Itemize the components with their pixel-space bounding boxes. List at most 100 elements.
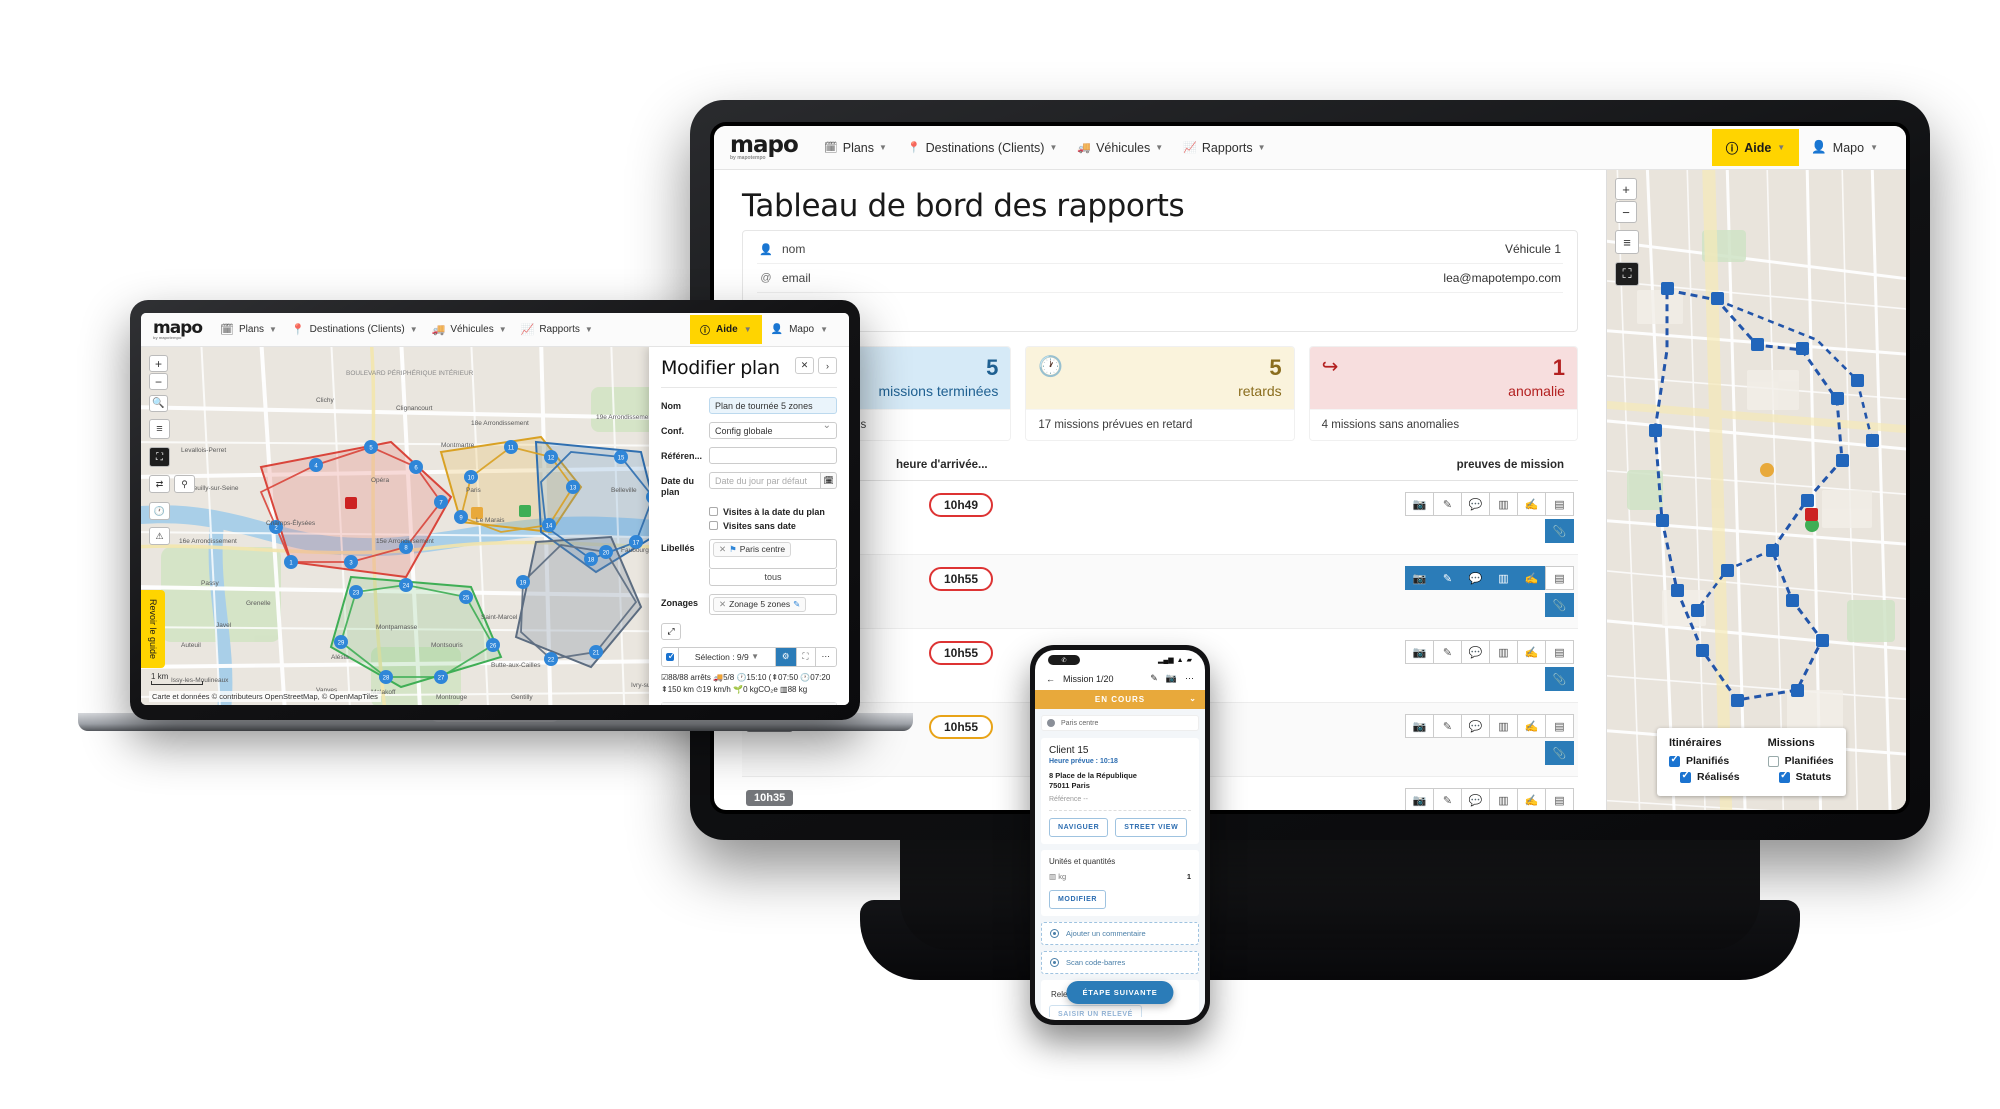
brand-logo[interactable]: mapo by mapotempo <box>153 319 203 340</box>
comment-icon[interactable]: 💬 <box>1461 714 1490 738</box>
barcode-icon[interactable]: ▥ <box>1489 788 1518 810</box>
close-icon[interactable]: ✕ <box>795 357 814 374</box>
legend-item-planifies[interactable]: Planifiés <box>1669 754 1740 767</box>
document-icon[interactable]: ▤ <box>1545 788 1574 810</box>
camera-icon[interactable]: 📷 <box>1166 673 1177 684</box>
pencil-icon[interactable]: ✎ <box>1433 566 1462 590</box>
user-menu-button[interactable]: 👤 Mapo ▼ <box>762 317 837 342</box>
nav-item-vehicules[interactable]: 🚚 Véhicules ▼ <box>1077 141 1163 155</box>
nav-item-vehicules[interactable]: 🚚 Véhicules ▼ <box>432 323 507 336</box>
select-all-checkbox[interactable] <box>662 647 679 666</box>
remove-tag-icon[interactable]: ✕ <box>719 544 726 555</box>
nom-input[interactable]: Plan de tournée 5 zones <box>709 397 837 414</box>
document-icon[interactable]: ▤ <box>1545 566 1574 590</box>
more-icon[interactable]: ⋯ <box>1185 673 1194 684</box>
nav-item-destinations[interactable]: 📍 Destinations (Clients) ▼ <box>907 141 1057 155</box>
street-view-button[interactable]: STREET VIEW <box>1115 818 1188 838</box>
kpi-card-retards[interactable]: 🕐 5 retards 17 missions prévues en retar… <box>1025 346 1295 441</box>
conf-select[interactable]: Config globale <box>709 422 837 439</box>
camera-icon[interactable]: 📷 <box>1405 566 1434 590</box>
nav-item-rapports[interactable]: 📈 Rapports ▼ <box>1183 141 1265 155</box>
pin-add-icon[interactable]: ⚲ <box>174 475 195 493</box>
nav-item-rapports[interactable]: 📈 Rapports ▼ <box>521 323 593 336</box>
pencil-icon[interactable]: ✎ <box>1433 492 1462 516</box>
checkbox-icon[interactable] <box>1767 755 1779 767</box>
checkbox-icon[interactable] <box>1778 770 1790 783</box>
chevron-right-icon[interactable]: › <box>818 357 837 374</box>
pencil-icon[interactable]: ✎ <box>1433 640 1462 664</box>
attachment-icon[interactable]: 📎 <box>1545 741 1574 765</box>
back-arrow-icon[interactable]: ← <box>1046 674 1055 684</box>
tag-paris-centre[interactable]: ✕ ⚑ Paris centre <box>713 541 792 557</box>
pencil-icon[interactable]: ✎ <box>793 599 800 610</box>
zoom-out-button[interactable]: − <box>1615 201 1637 223</box>
zoom-out-button[interactable]: − <box>149 373 168 390</box>
more-icon[interactable]: ⋯ <box>815 647 836 666</box>
document-icon[interactable]: ▤ <box>1545 492 1574 516</box>
libelles-tagbox[interactable]: ✕ ⚑ Paris centre <box>709 538 837 569</box>
document-icon[interactable]: ▤ <box>1545 640 1574 664</box>
attachment-icon[interactable]: 📎 <box>1545 593 1574 617</box>
kpi-card-anomalie[interactable]: ↪ 1 anomalie 4 missions sans anomalies <box>1308 346 1578 441</box>
checkbox-icon[interactable] <box>709 521 718 530</box>
col-heure-arrivee[interactable]: heure d'arrivée... <box>896 459 1026 471</box>
guide-tab-button[interactable]: Revoir le guide <box>141 590 165 668</box>
nav-item-destinations[interactable]: 📍 Destinations (Clients) ▼ <box>291 323 418 336</box>
signature-icon[interactable]: ✍ <box>1517 640 1546 664</box>
checkbox-visites-sans-date[interactable]: Visites sans date <box>709 521 837 531</box>
document-icon[interactable]: ▤ <box>1545 714 1574 738</box>
zoom-in-button[interactable]: + <box>1615 178 1637 200</box>
remove-tag-icon[interactable]: ✕ <box>719 599 726 610</box>
camera-icon[interactable]: 📷 <box>1405 492 1434 516</box>
chevron-down-icon[interactable]: ⌄ <box>1189 694 1197 703</box>
signature-icon[interactable]: ✍ <box>1517 566 1546 590</box>
checkbox-icon[interactable] <box>709 507 718 516</box>
barcode-icon[interactable]: ▥ <box>1489 714 1518 738</box>
next-step-button[interactable]: ÉTAPE SUIVANTE <box>1066 981 1174 1004</box>
clock-icon[interactable]: 🕐 <box>149 502 170 520</box>
pencil-icon[interactable]: ✎ <box>1433 788 1462 810</box>
signature-icon[interactable]: ✍ <box>1517 492 1546 516</box>
comment-icon[interactable]: 💬 <box>1461 788 1490 810</box>
checkbox-icon[interactable] <box>1680 770 1691 783</box>
warning-icon[interactable]: ⚠ <box>149 527 170 545</box>
comment-icon[interactable]: 💬 <box>1461 640 1490 664</box>
calendar-icon[interactable]: 🗓 <box>821 472 837 489</box>
releve-button[interactable]: SAISIR UN RELEVÉ <box>1049 1005 1142 1017</box>
camera-icon[interactable]: 📷 <box>1405 640 1434 664</box>
add-comment-button[interactable]: Ajouter un commentaire <box>1041 922 1199 946</box>
legend-item-realises[interactable]: Réalisés <box>1680 770 1740 783</box>
date-input[interactable]: Date du jour par défaut <box>709 472 822 489</box>
table-row[interactable]: 10h15 10h49 📷 ✎ 💬 ▥ ✍ ▤ <box>742 481 1578 555</box>
barcode-icon[interactable]: ▥ <box>1489 492 1518 516</box>
comment-icon[interactable]: 💬 <box>1461 566 1490 590</box>
legend-item-statuts[interactable]: Statuts <box>1778 770 1834 783</box>
status-banner[interactable]: EN COURS ⌄ <box>1035 690 1205 709</box>
camera-icon[interactable]: 📷 <box>1405 788 1434 810</box>
selection-count[interactable]: Sélection : 9/9 ▼ <box>679 647 776 666</box>
reference-input[interactable] <box>709 447 837 464</box>
zonages-tagbox[interactable]: ✕ Zonage 5 zones ✎ <box>709 593 837 615</box>
split-icon[interactable]: ⛶ <box>796 647 816 666</box>
navigate-button[interactable]: NAVIGUER <box>1049 818 1109 838</box>
libelles-all-option[interactable]: tous <box>709 568 837 586</box>
optimize-icon[interactable]: ⚙ <box>775 647 797 666</box>
nav-item-plans[interactable]: 🗓 Plans ▼ <box>824 141 887 155</box>
zoom-in-button[interactable]: + <box>149 355 168 372</box>
layers-icon[interactable]: ≡ <box>1615 230 1639 254</box>
route-icon[interactable]: ⇄ <box>149 475 170 493</box>
modify-button[interactable]: MODIFIER <box>1049 890 1107 910</box>
comment-icon[interactable]: 💬 <box>1461 492 1490 516</box>
camera-icon[interactable]: 📷 <box>1405 714 1434 738</box>
expand-icon[interactable]: ⤢ <box>661 622 681 640</box>
nav-item-plans[interactable]: 🗓 Plans ▼ <box>220 323 277 336</box>
user-menu-button[interactable]: 👤 Mapo ▼ <box>1799 131 1890 164</box>
help-button[interactable]: ⓘ Aide ▼ <box>1711 129 1800 166</box>
attachment-icon[interactable]: 📎 <box>1545 519 1574 543</box>
checkbox-icon[interactable] <box>666 651 676 662</box>
pencil-icon[interactable]: ✎ <box>1150 673 1158 684</box>
help-button[interactable]: ⓘ Aide ▼ <box>690 315 762 344</box>
checkbox-visites-date[interactable]: Visites à la date du plan <box>709 507 837 517</box>
table-row[interactable]: 10h18 10h55 📷 ✎ 💬 ▥ ✍ ▤ <box>742 555 1578 629</box>
checkbox-icon[interactable] <box>1669 754 1680 767</box>
